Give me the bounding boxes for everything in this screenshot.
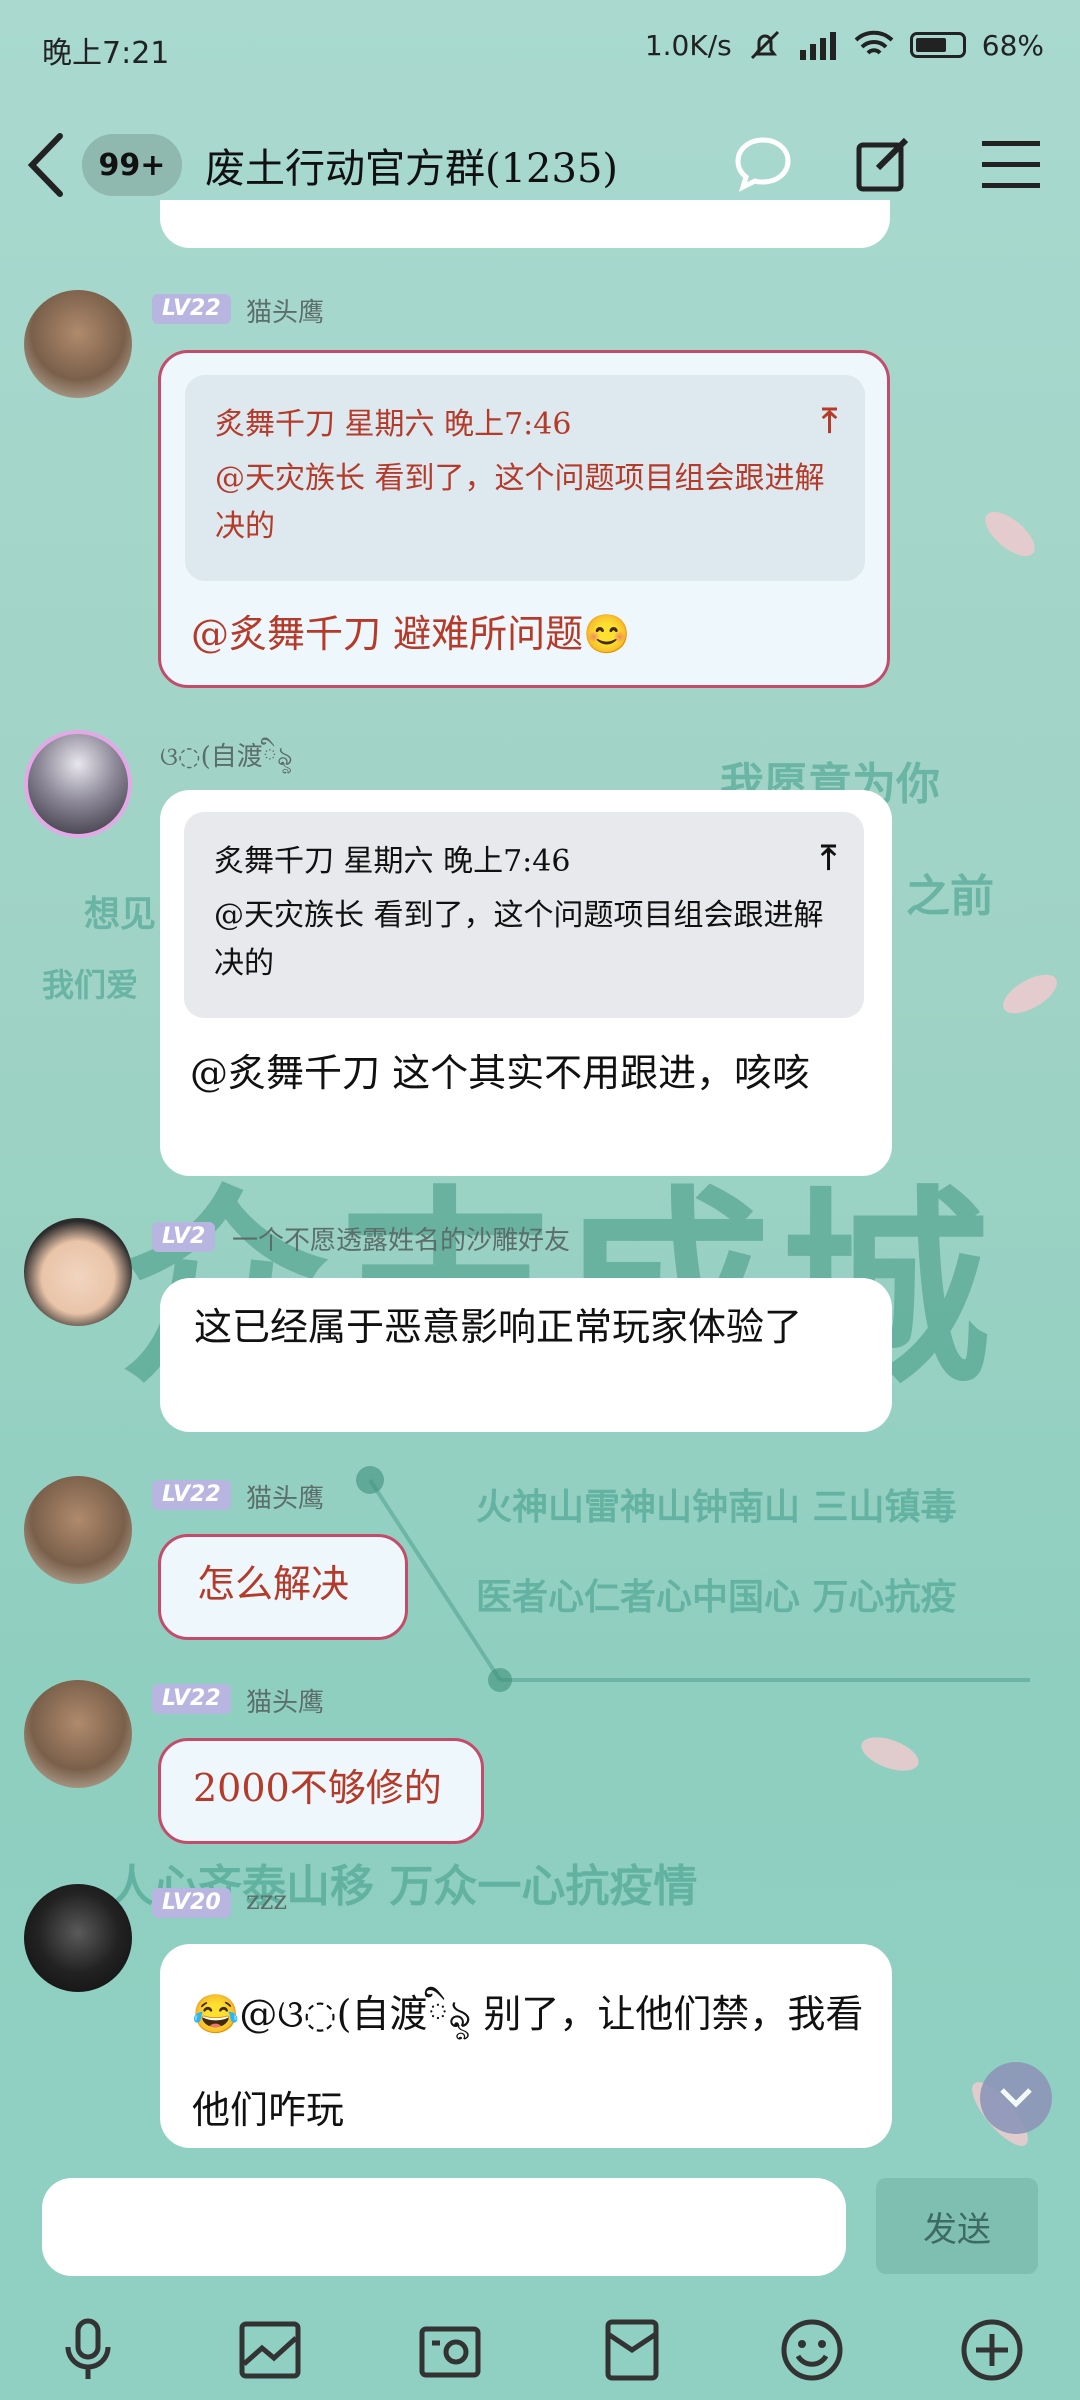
sender-name[interactable]: zzz	[246, 1886, 287, 1916]
unread-badge[interactable]: 99+	[82, 134, 182, 196]
message-input[interactable]	[42, 2178, 846, 2276]
message-text: 2000不够修的	[193, 1766, 442, 1810]
message-bubble[interactable]: 炙舞千刀 星期六 晚上7:46 @天灾族长 看到了，这个问题项目组会跟进解决的 …	[160, 790, 892, 1176]
camera-icon	[419, 2326, 481, 2378]
chevron-left-icon	[27, 133, 63, 197]
more-button[interactable]	[952, 2310, 1032, 2390]
red-packet-button[interactable]	[592, 2310, 672, 2390]
plus-circle-icon	[961, 2319, 1023, 2381]
avatar[interactable]	[24, 1218, 132, 1326]
avatar[interactable]	[24, 290, 132, 398]
voice-button[interactable]	[48, 2310, 128, 2390]
group-title[interactable]: 废土行动官方群(1235)	[205, 136, 618, 194]
quote-block[interactable]: 炙舞千刀 星期六 晚上7:46 @天灾族长 看到了，这个问题项目组会跟进解决的 …	[185, 375, 865, 581]
message-text: @炙舞千刀 避难所问题😊	[191, 612, 631, 656]
sender-name[interactable]: 猫头鹰	[246, 1478, 324, 1515]
message-text: @炙舞千刀 这个其实不用跟进，咳咳	[190, 1051, 811, 1095]
level-badge: LV22	[152, 294, 231, 324]
chat-bubble-icon	[735, 137, 791, 192]
input-toolbar	[0, 2300, 1080, 2400]
composer: 发送	[0, 2170, 1080, 2280]
message-text: 😂@ଓ◌(自渡ིৡ 别了，让他们禁，我看他们咋玩	[192, 1992, 864, 2132]
avatar[interactable]	[24, 1680, 132, 1788]
avatar[interactable]	[24, 1884, 132, 1992]
image-button[interactable]	[230, 2310, 310, 2390]
camera-button[interactable]	[410, 2310, 490, 2390]
wifi-icon	[854, 30, 894, 55]
red-packet-icon	[605, 2319, 659, 2381]
message-bubble[interactable]: 2000不够修的	[158, 1738, 484, 1844]
message-text: 怎么解决	[197, 1562, 350, 1606]
sender-name[interactable]: 一个不愿透露姓名的沙雕好友	[232, 1220, 570, 1257]
status-bar: 晚上7:21 1.0K/s 68%	[0, 0, 1080, 96]
mute-bell-icon	[750, 30, 779, 60]
message-text: 这已经属于恶意影响正常玩家体验了	[194, 1305, 803, 1349]
chat-tab-button[interactable]	[728, 130, 798, 200]
network-speed: 1.0K/s	[644, 28, 732, 62]
message-bubble[interactable]: 炙舞千刀 星期六 晚上7:46 @天灾族长 看到了，这个问题项目组会跟进解决的 …	[158, 350, 890, 688]
microphone-icon	[65, 2318, 111, 2379]
quote-block[interactable]: 炙舞千刀 星期六 晚上7:46 @天灾族长 看到了，这个问题项目组会跟进解决的 …	[184, 812, 864, 1018]
chevron-down-icon	[1000, 2088, 1032, 2108]
scroll-to-bottom-button[interactable]	[980, 2062, 1052, 2134]
edit-button[interactable]	[848, 130, 918, 200]
image-icon	[239, 2321, 301, 2379]
status-right: 1.0K/s 68%	[645, 28, 1044, 62]
level-badge: LV20	[152, 1888, 231, 1918]
battery-level	[915, 38, 946, 52]
quote-jump-icon[interactable]: ⤒	[821, 838, 836, 878]
level-badge: LV22	[152, 1480, 231, 1510]
send-button[interactable]: 发送	[876, 2178, 1038, 2274]
battery-icon	[909, 32, 966, 58]
sender-name[interactable]: 猫头鹰	[246, 292, 324, 329]
back-button[interactable]	[18, 128, 78, 202]
avatar[interactable]	[24, 1476, 132, 1584]
bg-text-3: 想见	[84, 893, 157, 935]
menu-icon	[982, 141, 1040, 188]
quote-text: @天灾族长 看到了，这个问题项目组会跟进解决的	[214, 898, 824, 981]
message-bubble[interactable]: 这已经属于恶意影响正常玩家体验了	[160, 1278, 892, 1432]
message-bubble[interactable]: 😂@ଓ◌(自渡ིৡ 别了，让他们禁，我看他们咋玩	[160, 1944, 892, 2148]
emoji-button[interactable]	[772, 2310, 852, 2390]
quote-jump-icon[interactable]: ⤒	[822, 401, 837, 441]
quote-header: 炙舞千刀 星期六 晚上7:46	[214, 844, 571, 879]
battery-percent: 68%	[981, 28, 1044, 62]
avatar[interactable]	[24, 730, 132, 838]
emoji-icon	[781, 2319, 843, 2381]
level-badge: LV22	[152, 1684, 231, 1714]
quote-text: @天灾族长 看到了，这个问题项目组会跟进解决的	[215, 461, 825, 544]
edit-icon	[856, 137, 909, 192]
previous-message-bubble[interactable]	[160, 200, 890, 248]
bg-text-2: 之前	[906, 871, 994, 922]
bg-text-4: 我们爱	[42, 966, 139, 1004]
message-bubble[interactable]: 怎么解决	[158, 1534, 408, 1640]
petal	[997, 966, 1063, 1022]
level-badge: LV2	[152, 1222, 216, 1252]
quote-header: 炙舞千刀 星期六 晚上7:46	[215, 407, 572, 442]
status-time: 晚上7:21	[42, 36, 170, 71]
petal	[978, 503, 1042, 565]
signal-icon	[799, 32, 836, 60]
menu-button[interactable]	[976, 130, 1046, 200]
sender-name[interactable]: 猫头鹰	[246, 1682, 324, 1719]
